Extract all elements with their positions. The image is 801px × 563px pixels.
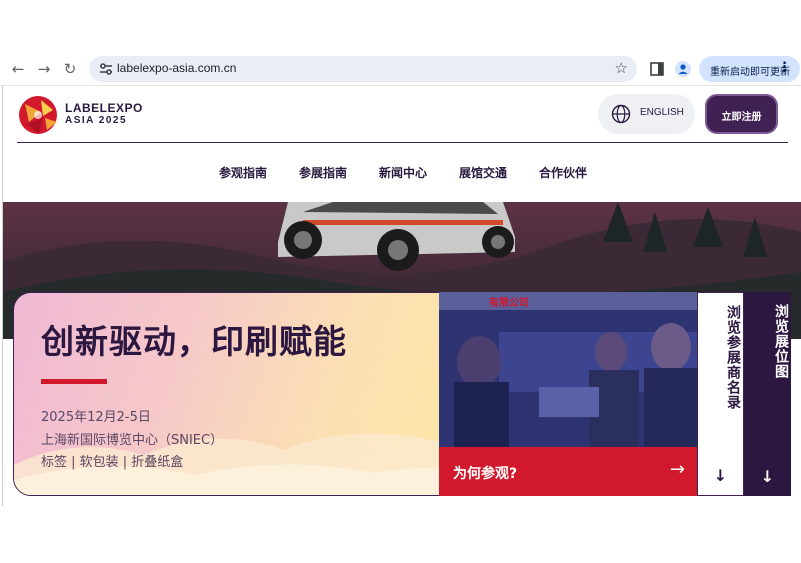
register-button[interactable]: 立即注册 [705,94,778,134]
globe-icon [611,104,631,124]
title-underline [41,379,107,384]
visitors-photo: 有限公司 [439,292,697,447]
event-venue: 上海新国际博览中心（SNIEC） [41,433,224,448]
url-text[interactable]: labelexpo-asia.com.cn [117,61,236,75]
browser-toolbar: ← → ↻ labelexpo-asia.com.cn ☆ 重新启动即可更新 ⋮ [0,52,801,86]
arrow-right-icon: → [669,459,685,480]
side-panel-icon[interactable] [649,61,665,77]
logo-line2: ASIA 2025 [65,115,128,126]
kebab-menu-icon[interactable]: ⋮ [778,60,791,75]
main-nav: 参观指南 参展指南 新闻中心 展馆交通 合作伙伴 [0,164,801,184]
language-label: ENGLISH [640,107,684,118]
language-switch-button[interactable]: ENGLISH [598,94,695,134]
logo-line1: LABELEXPO [65,101,143,115]
nav-exhibitor-guide[interactable]: 参展指南 [299,164,347,181]
bookmark-star-icon[interactable]: ☆ [615,59,628,77]
nav-visitor-guide[interactable]: 参观指南 [219,164,267,181]
site-settings-icon[interactable] [98,61,114,77]
event-date: 2025年12月2-5日 [41,410,151,425]
photo-sign-text: 有限公司 [489,298,529,309]
register-label: 立即注册 [721,112,762,123]
forward-arrow-icon[interactable]: → [35,60,53,78]
hero-info-card: 创新驱动，印刷赋能 2025年12月2-5日 上海新国际博览中心（SNIEC） … [13,292,453,496]
reload-icon[interactable]: ↻ [61,60,79,78]
nav-news-center[interactable]: 新闻中心 [379,164,427,181]
arrow-down-icon: ↓ [713,466,728,485]
profile-icon[interactable] [675,61,691,77]
nav-partners[interactable]: 合作伙伴 [539,164,587,181]
why-visit-button[interactable]: 为何参观? → [439,447,697,496]
why-visit-label: 为何参观? [453,466,518,482]
arrow-down-icon: ↓ [760,467,775,486]
labelexpo-logo[interactable]: LABELEXPO ASIA 2025 [17,92,167,138]
exhibitor-list-tab[interactable]: 浏览参展商名录 ↓ [697,292,744,496]
address-bar[interactable]: labelexpo-asia.com.cn ☆ [89,56,637,82]
logo-mark-icon [19,96,57,134]
update-chrome-button[interactable]: 重新启动即可更新 ⋮ [699,56,800,82]
event-categories: 标签 | 软包装 | 折叠纸盒 [41,455,184,470]
nav-venue-transport[interactable]: 展馆交通 [459,164,507,181]
floor-plan-label: 浏览展位图 [773,304,789,379]
exhibitor-list-label: 浏览参展商名录 [725,305,741,410]
back-arrow-icon[interactable]: ← [9,60,27,78]
header-divider [17,142,788,143]
floor-plan-tab[interactable]: 浏览展位图 ↓ [744,292,791,496]
hero-title: 创新驱动，印刷赋能 [41,322,347,361]
